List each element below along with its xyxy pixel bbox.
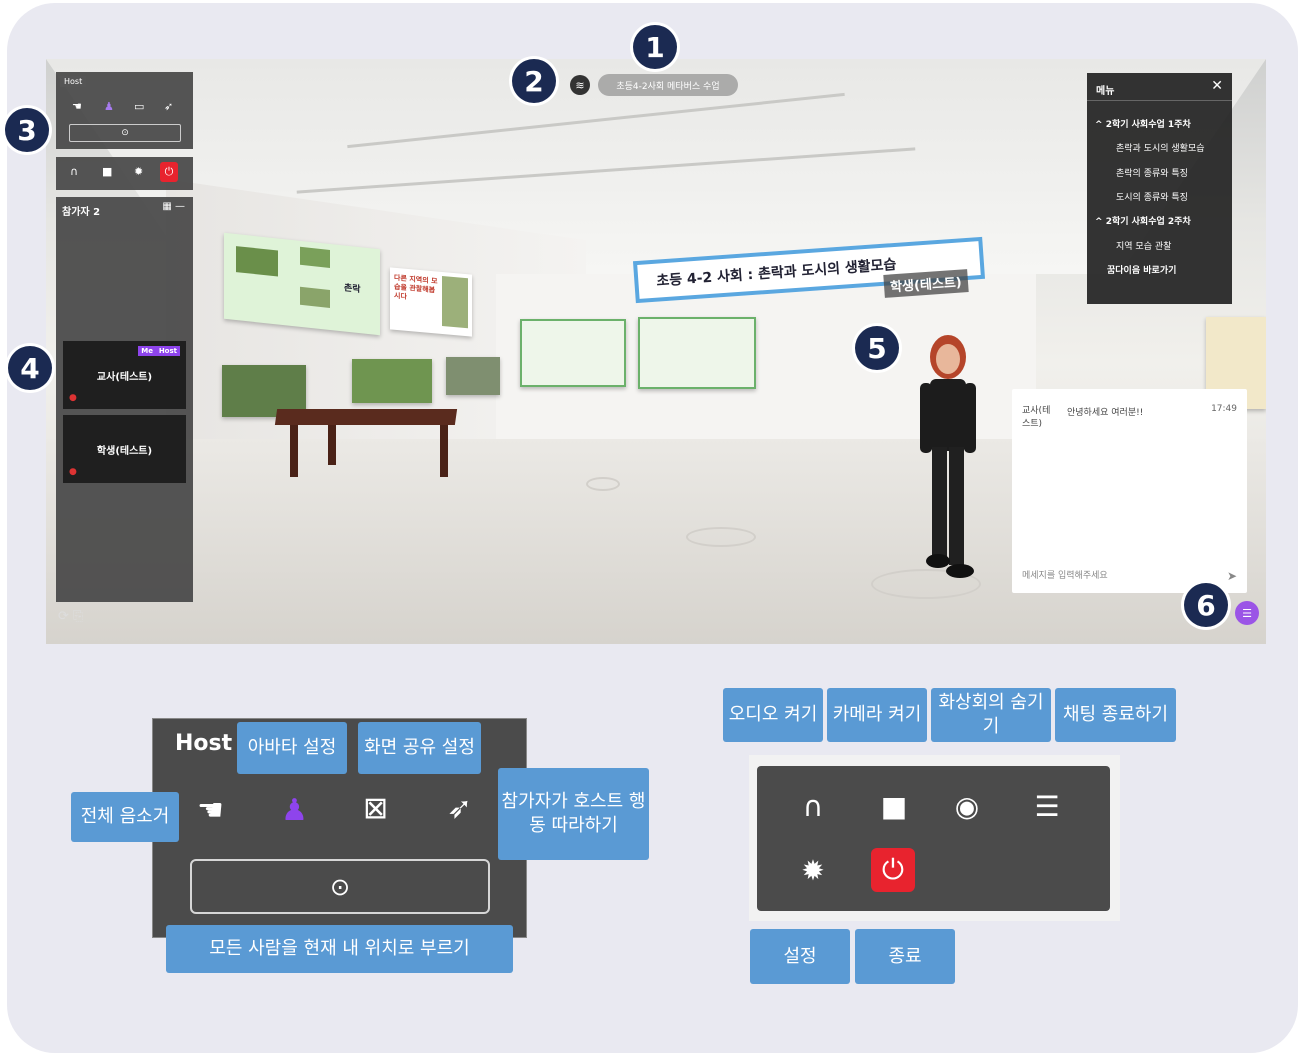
- metaverse-scene[interactable]: 촌락 다른 지역의 모습을 관찰해봅시다 초등 4-2 사회 : 촌락과 도시의…: [46, 59, 1266, 644]
- chat-window: 교사(테스트) 안녕하세요 여러분!! 17:49 메세지를 입력해주세요 ➤: [1012, 389, 1247, 593]
- chat-sender: 교사(테스트): [1022, 406, 1051, 429]
- gear-icon[interactable]: ✹: [791, 848, 835, 892]
- participant-card-student[interactable]: 학생(테스트) ●: [63, 415, 186, 483]
- chat-input[interactable]: 메세지를 입력해주세요: [1022, 568, 1108, 581]
- label-avatar-settings: 아바타 설정: [237, 722, 347, 774]
- chat-message: 안녕하세요 여러분!!: [1067, 408, 1144, 418]
- artwork-text-panel[interactable]: 다른 지역의 모습을 관찰해봅시다: [390, 267, 472, 337]
- marker-2: 2: [512, 59, 556, 103]
- artwork-photo[interactable]: [446, 357, 500, 395]
- layers-icon[interactable]: ≋: [570, 75, 590, 95]
- artwork-photo[interactable]: [352, 359, 432, 403]
- student-avatar[interactable]: [898, 327, 998, 597]
- cursor-follow-icon[interactable]: ➶: [447, 791, 472, 826]
- grid-view-icon[interactable]: ▦ —: [162, 201, 185, 212]
- artwork-text: 다른 지역의 모습을 관찰해봅시다: [394, 273, 438, 301]
- marker-1: 1: [633, 25, 677, 69]
- label-camera-on: 카메라 켜기: [827, 688, 927, 742]
- menu-item-link[interactable]: 꿈다이음 바로가기: [1107, 263, 1176, 276]
- chat-icon[interactable]: ☰: [1025, 784, 1069, 828]
- power-icon[interactable]: ⏻: [871, 848, 915, 892]
- participants-panel: 참가자 2 ▦ — Me Host 교사(테스트) ● 학생(테스트) ●: [56, 197, 193, 602]
- call-all-button[interactable]: ⊙: [69, 124, 181, 142]
- table-leg: [328, 425, 336, 465]
- menu-item-week2[interactable]: ^ 2학기 사회수업 2주차: [1095, 214, 1191, 227]
- avatar-person-icon[interactable]: ♟: [104, 100, 114, 113]
- call-all-button[interactable]: ⊙: [190, 859, 490, 914]
- room-title-pill[interactable]: 초등4-2사회 메타버스 수업: [598, 74, 738, 96]
- table-leg: [290, 425, 298, 477]
- headset-icon[interactable]: ∩: [70, 165, 78, 178]
- chat-toggle-icon[interactable]: ☰: [1235, 601, 1259, 625]
- hand-mute-icon[interactable]: ☚: [72, 100, 82, 113]
- marker-6: 6: [1184, 583, 1228, 627]
- label-end-chat: 채팅 종료하기: [1055, 688, 1176, 742]
- table-leg: [440, 425, 448, 477]
- floor-spot: [686, 527, 756, 547]
- artwork-text-board[interactable]: [638, 317, 756, 389]
- label-settings: 설정: [750, 929, 850, 984]
- menu-item[interactable]: 촌락과 도시의 생활모습: [1116, 141, 1205, 154]
- hand-mute-icon[interactable]: ☚: [197, 793, 224, 828]
- eye-icon[interactable]: ◉: [945, 784, 989, 828]
- headset-icon[interactable]: ∩: [791, 784, 835, 828]
- power-icon[interactable]: ⏻: [160, 162, 178, 182]
- host-badge: Host: [155, 346, 180, 356]
- participant-card-teacher[interactable]: Me Host 교사(테스트) ●: [63, 341, 186, 409]
- menu-title: 메뉴: [1096, 86, 1115, 97]
- chat-time: 17:49: [1211, 404, 1237, 414]
- cursor-follow-icon[interactable]: ➶: [164, 100, 173, 113]
- label-mute-all: 전체 음소거: [71, 792, 179, 842]
- close-icon[interactable]: ✕: [1211, 78, 1223, 94]
- mini-host-panel: Host ☚ ♟ ▭ ➶ ⊙: [56, 72, 193, 149]
- label-screen-share: 화면 공유 설정: [358, 722, 481, 774]
- artwork-label: 촌락: [344, 283, 361, 296]
- label-call-all: 모든 사람을 현재 내 위치로 부르기: [166, 925, 513, 973]
- label-hide-video: 화상회의 숨기기: [931, 688, 1051, 742]
- camera-icon[interactable]: ■: [102, 165, 112, 178]
- screen-share-off-icon[interactable]: ▭: [134, 100, 144, 113]
- marker-3: 3: [5, 108, 49, 152]
- marker-5: 5: [855, 326, 899, 370]
- camera-icon[interactable]: ■: [872, 784, 916, 828]
- menu-item[interactable]: 도시의 종류와 특징: [1116, 190, 1188, 203]
- controls-panel-detail: ∩ ■ ◉ ☰ ✹ ⏻: [757, 766, 1110, 911]
- participant-name: 교사(테스트): [96, 371, 153, 383]
- menu-item[interactable]: 촌락의 종류와 특징: [1116, 166, 1188, 179]
- label-follow-host: 참가자가 호스트 행동 따라하기: [498, 768, 649, 860]
- me-badge: Me: [138, 346, 156, 356]
- menu-item-week1[interactable]: ^ 2학기 사회수업 1주차: [1095, 117, 1191, 130]
- mic-muted-icon: ●: [69, 393, 77, 403]
- marker-4: 4: [8, 346, 52, 390]
- mini-control-panel: ∩ ■ ✹ ⏻: [56, 157, 193, 190]
- participants-header: 참가자 2: [62, 207, 101, 218]
- label-audio-on: 오디오 켜기: [723, 688, 823, 742]
- table: [274, 409, 458, 425]
- send-icon[interactable]: ➤: [1227, 569, 1237, 583]
- focus-target-icon: ⊙: [329, 872, 351, 901]
- artwork-text-board[interactable]: [520, 319, 626, 387]
- host-panel-title: Host: [175, 731, 233, 756]
- artwork-village[interactable]: 촌락: [224, 232, 380, 336]
- floor-spot: [586, 477, 620, 491]
- lesson-menu: 메뉴 ✕ ^ 2학기 사회수업 1주차 촌락과 도시의 생활모습 촌락의 종류와…: [1087, 73, 1232, 304]
- participant-name: 학생(테스트): [96, 445, 153, 457]
- host-tag: Host: [60, 76, 87, 87]
- menu-item[interactable]: 지역 모습 관찰: [1116, 239, 1171, 252]
- corner-icons[interactable]: ⟳ ⎘: [58, 609, 83, 624]
- gear-icon[interactable]: ✹: [134, 165, 143, 178]
- avatar-person-icon[interactable]: ♟: [281, 793, 308, 828]
- screen-share-off-icon[interactable]: ⊠: [363, 791, 388, 826]
- mic-muted-icon: ●: [69, 467, 77, 477]
- label-exit: 종료: [855, 929, 955, 984]
- menu-divider: [1087, 100, 1232, 101]
